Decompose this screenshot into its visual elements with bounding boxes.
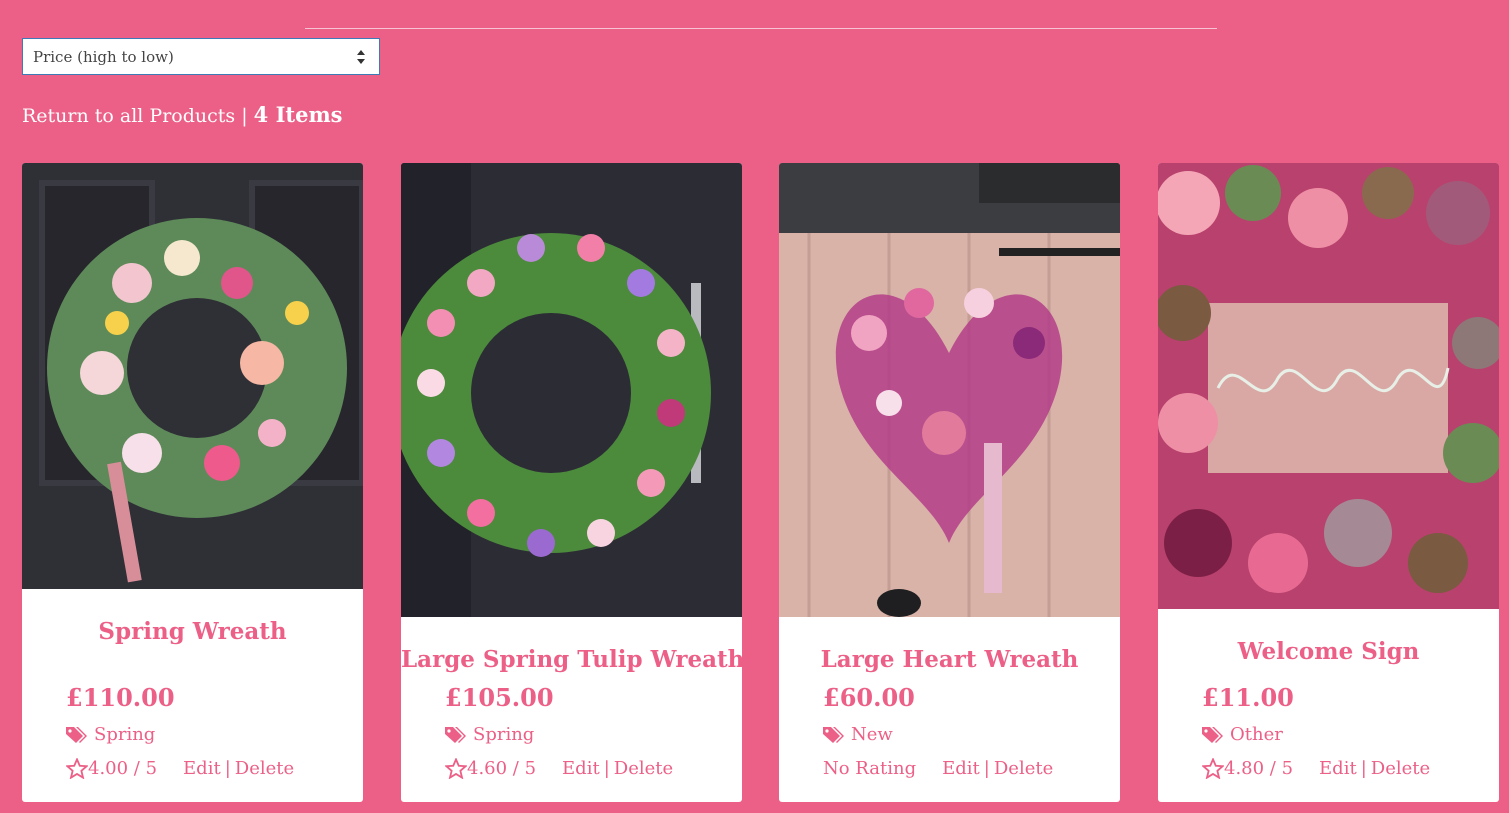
product-category-link[interactable]: New (851, 724, 893, 745)
tags-icon (445, 726, 466, 743)
product-category[interactable]: New (823, 724, 893, 745)
product-rating: 4.80 / 5 (1224, 758, 1294, 779)
product-category[interactable]: Spring (66, 724, 155, 745)
product-category-link[interactable]: Other (1230, 724, 1283, 745)
edit-link[interactable]: Edit (1319, 758, 1357, 779)
product-rating-row: No Rating Edit | Delete (823, 758, 1053, 779)
delete-link[interactable]: Delete (614, 758, 673, 779)
product-card: Large Spring Tulip Wreath £105.00 Spring… (401, 163, 742, 802)
product-rating: 4.60 / 5 (467, 758, 537, 779)
sort-arrows-icon (357, 50, 365, 64)
summary-separator: | (235, 105, 254, 127)
product-image[interactable] (22, 163, 363, 589)
return-to-all-products-link[interactable]: Return to all Products (22, 105, 235, 127)
product-rating-row: 4.60 / 5 Edit | Delete (445, 758, 673, 779)
tags-icon (823, 726, 844, 743)
product-card: Large Heart Wreath £60.00 New No Rating … (779, 163, 1120, 802)
product-actions: Edit | Delete (942, 758, 1053, 779)
star-outline-icon (66, 758, 88, 779)
edit-link[interactable]: Edit (183, 758, 221, 779)
sort-select-value: Price (high to low) (33, 47, 174, 66)
product-name[interactable]: Large Heart Wreath (779, 646, 1120, 673)
action-divider: | (224, 758, 231, 779)
product-image[interactable] (1158, 163, 1499, 609)
sort-select[interactable]: Price (high to low) (22, 38, 380, 75)
action-divider: | (983, 758, 990, 779)
product-category-link[interactable]: Spring (473, 724, 534, 745)
product-actions: Edit | Delete (1319, 758, 1430, 779)
product-rating: 4.00 / 5 (88, 758, 158, 779)
tags-icon (66, 726, 87, 743)
product-rating: No Rating (823, 758, 917, 779)
product-image[interactable] (401, 163, 742, 617)
product-price: £11.00 (1202, 683, 1294, 712)
product-price: £60.00 (823, 683, 915, 712)
edit-link[interactable]: Edit (942, 758, 980, 779)
product-category[interactable]: Other (1202, 724, 1283, 745)
product-name[interactable]: Welcome Sign (1158, 638, 1499, 665)
delete-link[interactable]: Delete (1371, 758, 1430, 779)
item-count: 4 Items (253, 102, 343, 127)
delete-link[interactable]: Delete (235, 758, 294, 779)
product-price: £105.00 (445, 683, 554, 712)
star-outline-icon (445, 758, 467, 779)
tags-icon (1202, 726, 1223, 743)
header-divider (305, 28, 1217, 29)
edit-link[interactable]: Edit (562, 758, 600, 779)
results-summary: Return to all Products | 4 Items (22, 102, 343, 127)
delete-link[interactable]: Delete (994, 758, 1053, 779)
product-actions: Edit | Delete (562, 758, 673, 779)
product-card: Spring Wreath £110.00 Spring 4.00 / 5 Ed… (22, 163, 363, 802)
product-category[interactable]: Spring (445, 724, 534, 745)
product-name[interactable]: Large Spring Tulip Wreath (401, 646, 742, 673)
product-category-link[interactable]: Spring (94, 724, 155, 745)
product-name[interactable]: Spring Wreath (22, 618, 363, 645)
star-outline-icon (1202, 758, 1224, 779)
product-price: £110.00 (66, 683, 175, 712)
product-image[interactable] (779, 163, 1120, 617)
product-actions: Edit | Delete (183, 758, 294, 779)
product-rating-row: 4.00 / 5 Edit | Delete (66, 758, 294, 779)
action-divider: | (1360, 758, 1367, 779)
product-card: Welcome Sign £11.00 Other 4.80 / 5 Edit |… (1158, 163, 1499, 802)
product-rating-row: 4.80 / 5 Edit | Delete (1202, 758, 1430, 779)
action-divider: | (603, 758, 610, 779)
